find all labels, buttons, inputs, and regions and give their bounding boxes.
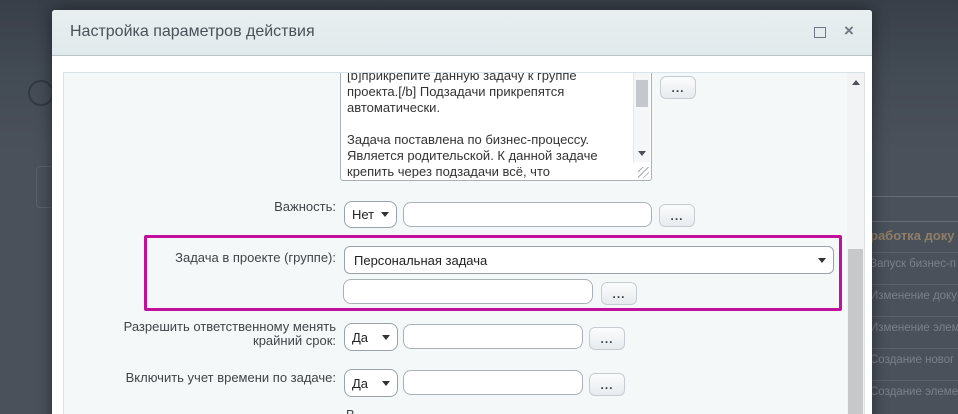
importance-input[interactable] <box>403 202 652 227</box>
dialog-header: Настройка параметров действия × <box>52 10 872 56</box>
project-task-input[interactable] <box>343 279 593 304</box>
description-text: [b]прикрепите данную задачу к группе про… <box>347 72 598 178</box>
chevron-down-icon <box>382 334 390 340</box>
allow-deadline-change-select-value: Да <box>352 329 369 345</box>
textarea-scrollbar[interactable] <box>633 73 650 162</box>
time-tracking-select[interactable]: Да <box>344 369 398 397</box>
background-list-item: Изменение доку <box>870 290 957 302</box>
next-row-fragment: В <box>346 407 355 414</box>
background-list-item: работка доку <box>870 228 955 243</box>
divider <box>868 196 958 197</box>
divider <box>868 221 958 222</box>
background-search-icon <box>28 80 54 106</box>
dialog-title: Настройка параметров действия <box>70 23 315 40</box>
time-tracking-label: Включить учет времени по задаче: <box>125 370 336 385</box>
importance-select-value: Нет <box>352 207 375 222</box>
divider <box>868 316 958 317</box>
maximize-icon <box>814 27 826 38</box>
scroll-up-button[interactable] <box>847 74 864 90</box>
background-list-item: Запуск бизнес-п <box>870 258 957 270</box>
background-list-item: Изменение элем <box>870 322 958 334</box>
allow-deadline-change-more-button[interactable]: ... <box>589 327 625 350</box>
importance-more-button[interactable]: ... <box>659 204 695 227</box>
allow-deadline-change-label: Разрешить ответственному менять крайний … <box>123 319 336 348</box>
description-more-button[interactable]: ... <box>660 76 696 99</box>
chevron-down-icon <box>818 257 826 263</box>
textarea-scroll-down-button[interactable] <box>634 145 650 162</box>
arrow-down-icon <box>638 151 646 156</box>
time-tracking-select-value: Да <box>352 375 369 391</box>
resize-grip-icon[interactable] <box>638 167 649 178</box>
divider <box>868 284 958 285</box>
dialog-scrollbar[interactable] <box>847 73 864 414</box>
chevron-down-icon <box>381 212 389 217</box>
textarea-scrollbar-thumb[interactable] <box>636 80 648 107</box>
action-settings-dialog: Настройка параметров действия × [b]прикр… <box>52 10 872 414</box>
time-tracking-more-button[interactable]: ... <box>589 373 625 396</box>
importance-select[interactable]: Нет <box>344 201 397 228</box>
dialog-scrollbar-thumb[interactable] <box>848 249 863 414</box>
project-task-more-button[interactable]: ... <box>601 282 637 305</box>
divider <box>868 380 958 381</box>
divider <box>868 348 958 349</box>
description-textarea[interactable]: [b]прикрепите данную задачу к группе про… <box>340 72 652 181</box>
importance-label: Важность: <box>274 199 336 214</box>
allow-deadline-change-select[interactable]: Да <box>344 323 398 351</box>
background-list-item: Создание элеме <box>870 386 958 398</box>
form-scroll-panel: [b]прикрепите данную задачу к группе про… <box>63 72 865 414</box>
background-list-item: Создание новог <box>870 354 955 366</box>
close-icon: × <box>844 21 854 40</box>
close-button[interactable]: × <box>840 21 858 41</box>
allow-deadline-change-input[interactable] <box>403 324 583 349</box>
divider <box>868 252 958 253</box>
arrow-up-icon <box>851 79 860 85</box>
project-task-select[interactable]: Персональная задача <box>344 246 834 274</box>
time-tracking-input[interactable] <box>403 370 583 395</box>
background-action-list: работка доку Запуск бизнес-п Изменение д… <box>868 0 958 414</box>
project-task-select-value: Персональная задача <box>354 252 488 268</box>
screen: работка доку Запуск бизнес-п Изменение д… <box>0 0 958 414</box>
maximize-button[interactable] <box>812 24 828 40</box>
chevron-down-icon <box>382 380 390 386</box>
project-task-label: Задача в проекте (группе): <box>175 250 336 265</box>
